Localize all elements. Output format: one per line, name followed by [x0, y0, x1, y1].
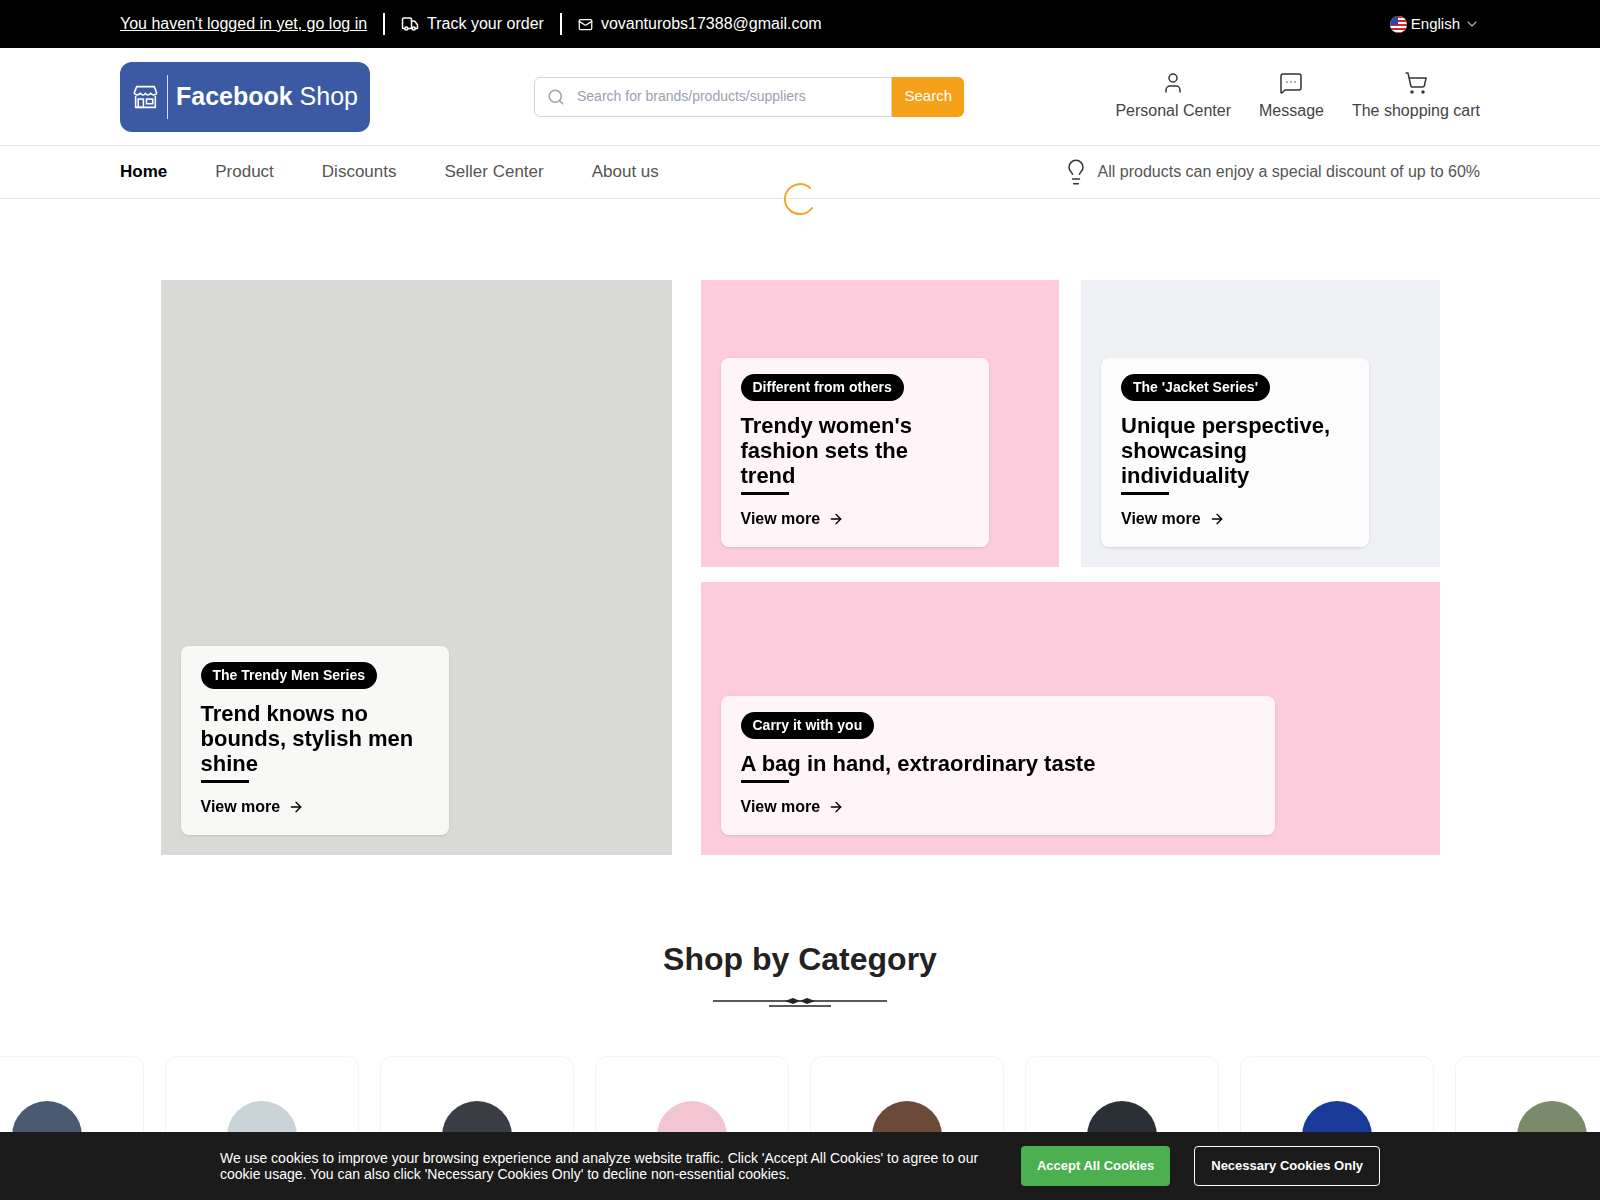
- view-more-link[interactable]: View more: [201, 795, 429, 819]
- header-action[interactable]: Personal Center: [1115, 71, 1231, 123]
- hero-card: The Trendy Men Series Trend knows no boun…: [181, 646, 449, 835]
- hero-banner: The Trendy Men Series Trend knows no boun…: [161, 280, 1440, 855]
- login-link[interactable]: You haven't logged in yet, go log in: [120, 12, 367, 36]
- view-more-link[interactable]: View more: [741, 795, 1255, 819]
- message-icon: [1279, 71, 1303, 95]
- truck-icon: [401, 15, 419, 33]
- cookie-text: We use cookies to improve your browsing …: [220, 1150, 980, 1182]
- cookie-banner: We use cookies to improve your browsing …: [0, 1132, 1600, 1200]
- chevron-down-icon: [1464, 16, 1480, 32]
- hero-title: Trendy women's fashion sets the trend: [741, 413, 969, 488]
- nav-item[interactable]: Home: [120, 159, 167, 185]
- necessary-cookies-button[interactable]: Necessary Cookies Only: [1194, 1146, 1380, 1186]
- hero-title: A bag in hand, extraordinary taste: [741, 751, 1255, 776]
- header-action[interactable]: The shopping cart: [1352, 71, 1480, 123]
- search-input[interactable]: [577, 86, 879, 107]
- arrow-right-icon: [288, 799, 304, 815]
- nav-item[interactable]: Discounts: [322, 159, 397, 185]
- nav-bar: Home Product Discounts Seller Center About u…: [0, 146, 1600, 199]
- view-more-link[interactable]: View more: [741, 507, 969, 531]
- title-underline: [741, 492, 789, 495]
- hero-badge: Different from others: [741, 374, 904, 401]
- hero-tile[interactable]: Carry it with you A bag in hand, extraord…: [701, 582, 1440, 855]
- title-underline: [741, 780, 789, 783]
- hero-card: The 'Jacket Series' Unique perspective, s…: [1101, 358, 1369, 547]
- nav-item[interactable]: Seller Center: [444, 159, 543, 185]
- page: You haven't logged in yet, go log in Trac…: [0, 0, 1600, 1200]
- hero-tile[interactable]: The Trendy Men Series Trend knows no boun…: [161, 280, 672, 855]
- cart-icon: [1404, 71, 1428, 95]
- email: vovanturobs17388@gmail.com: [578, 12, 822, 36]
- nav-item[interactable]: Product: [215, 159, 274, 185]
- header: Facebook Shop Search Personal Center Messag…: [0, 48, 1600, 146]
- divider: [383, 13, 385, 35]
- mail-icon: [578, 17, 593, 32]
- search-bar: Search: [534, 77, 964, 117]
- hero-card: Carry it with you A bag in hand, extraord…: [721, 696, 1275, 835]
- language-select[interactable]: English: [1390, 13, 1480, 36]
- top-bar: You haven't logged in yet, go log in Trac…: [0, 0, 1600, 48]
- logo-divider: [167, 75, 168, 119]
- arrow-right-icon: [1209, 511, 1225, 527]
- us-flag-icon: [1390, 16, 1407, 33]
- promo: All products can enjoy a special discoun…: [1062, 158, 1480, 186]
- search-button[interactable]: Search: [892, 77, 964, 117]
- arrow-right-icon: [828, 799, 844, 815]
- hero-badge: The Trendy Men Series: [201, 662, 378, 689]
- lightbulb-icon: [1062, 158, 1090, 186]
- ornament-icon: [713, 995, 887, 1009]
- accept-cookies-button[interactable]: Accept All Cookies: [1021, 1146, 1170, 1186]
- category-section: Shop by Category: [0, 935, 1600, 1009]
- user-icon: [1161, 71, 1185, 95]
- arrow-right-icon: [828, 511, 844, 527]
- loading-spinner-icon: [782, 182, 816, 216]
- hero-card: Different from others Trendy women's fash…: [721, 358, 989, 547]
- title-underline: [201, 780, 249, 783]
- search-icon: [547, 88, 565, 106]
- hero-badge: Carry it with you: [741, 712, 875, 739]
- hero-badge: The 'Jacket Series': [1121, 374, 1270, 401]
- hero-tile[interactable]: Different from others Trendy women's fash…: [701, 280, 1060, 567]
- title-underline: [1121, 492, 1169, 495]
- logo-text: Facebook Shop: [176, 78, 358, 116]
- hero-tile[interactable]: The 'Jacket Series' Unique perspective, s…: [1081, 280, 1440, 567]
- logo[interactable]: Facebook Shop: [120, 62, 370, 132]
- shop-logo-icon: [132, 74, 159, 120]
- header-action[interactable]: Message: [1259, 71, 1324, 123]
- nav-item[interactable]: About us: [592, 159, 659, 185]
- view-more-link[interactable]: View more: [1121, 507, 1349, 531]
- divider: [560, 13, 562, 35]
- hero-title: Unique perspective, showcasing individua…: [1121, 413, 1349, 488]
- category-heading: Shop by Category: [663, 935, 937, 983]
- track-order-link[interactable]: Track your order: [401, 12, 544, 36]
- hero-title: Trend knows no bounds, stylish men shine: [201, 701, 429, 776]
